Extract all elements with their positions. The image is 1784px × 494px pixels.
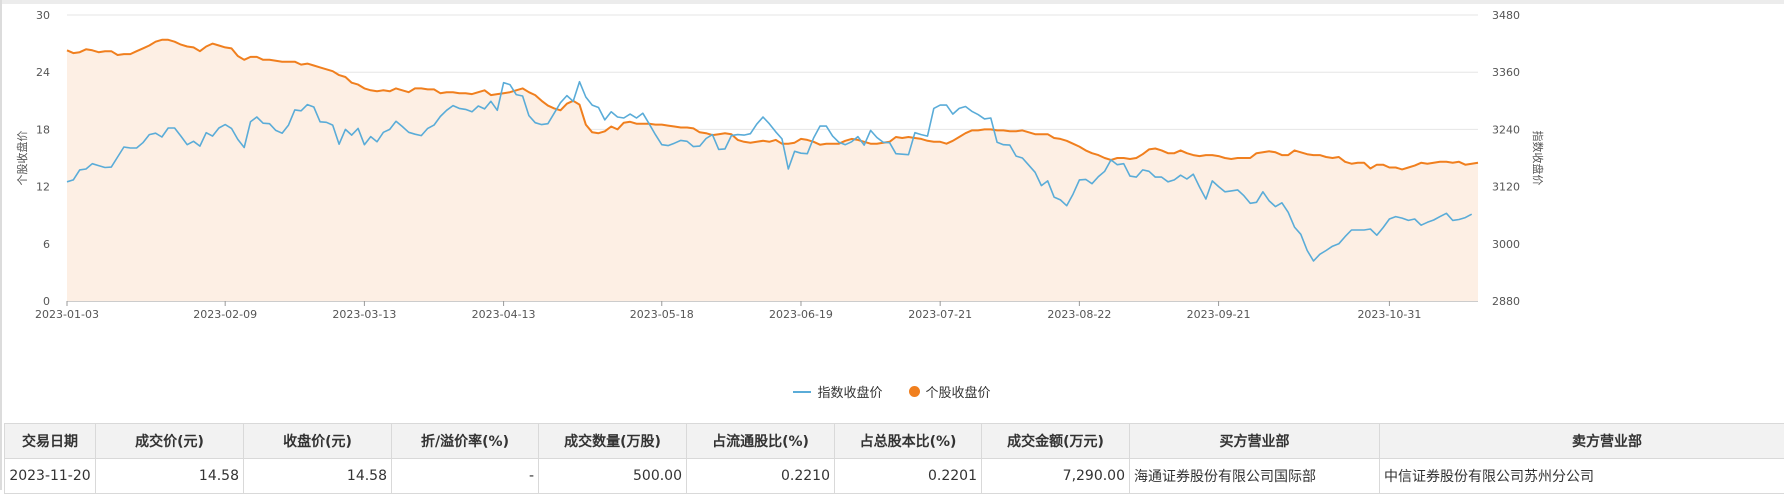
legend-item-stock[interactable]: 个股收盘价 [909, 382, 991, 401]
header-close-price[interactable]: 收盘价(元) [244, 424, 392, 459]
y-right-axis-title: 指数收盘价 [1531, 131, 1545, 186]
table-header-row: 交易日期 成交价(元) 收盘价(元) 折/溢价率(%) 成交数量(万股) 占流通… [5, 424, 1784, 459]
y-left-tick-label: 18 [36, 123, 50, 136]
y-right-tick-label: 3000 [1492, 238, 1520, 251]
cell-premium-rate: - [392, 459, 539, 494]
cell-volume: 500.00 [539, 459, 687, 494]
x-tick-label: 2023-01-03 [35, 308, 99, 321]
price-chart: 0 6 12 18 24 30 2880 3000 3120 3240 3360 3480 个股收盘价 指… [0, 0, 1784, 378]
cell-float-ratio: 0.2210 [687, 459, 835, 494]
x-tick-label: 2023-03-13 [332, 308, 396, 321]
cell-buyer[interactable]: 海通证券股份有限公司国际部 [1130, 459, 1380, 494]
y-left-tick-label: 6 [43, 238, 50, 251]
header-premium-rate[interactable]: 折/溢价率(%) [392, 424, 539, 459]
cell-deal-price: 14.58 [96, 459, 244, 494]
legend-label-stock: 个股收盘价 [926, 382, 991, 401]
header-amount[interactable]: 成交金额(万元) [982, 424, 1130, 459]
x-tick-label: 2023-10-31 [1357, 308, 1421, 321]
y-right-tick-label: 3360 [1492, 66, 1520, 79]
legend-label-index: 指数收盘价 [817, 382, 882, 401]
y-left-axis-title: 个股收盘价 [15, 131, 29, 186]
header-volume[interactable]: 成交数量(万股) [539, 424, 687, 459]
chart-legend: 指数收盘价 个股收盘价 [0, 382, 1784, 401]
header-seller[interactable]: 卖方营业部 [1380, 424, 1784, 459]
cell-amount: 7,290.00 [982, 459, 1130, 494]
x-tick-label: 2023-06-19 [769, 308, 833, 321]
y-left-tick-label: 12 [36, 181, 50, 194]
header-buyer[interactable]: 买方营业部 [1130, 424, 1380, 459]
x-tick-label: 2023-08-22 [1047, 308, 1111, 321]
block-trade-table: 交易日期 成交价(元) 收盘价(元) 折/溢价率(%) 成交数量(万股) 占流通… [4, 423, 1784, 494]
x-tick-label: 2023-09-21 [1187, 308, 1251, 321]
x-tick-label: 2023-02-09 [193, 308, 257, 321]
table-row: 2023-11-20 14.58 14.58 - 500.00 0.2210 0… [5, 459, 1784, 494]
legend-line-icon [793, 391, 811, 393]
stock-area [67, 40, 1478, 301]
header-deal-price[interactable]: 成交价(元) [96, 424, 244, 459]
y-left-tick-label: 24 [36, 66, 50, 79]
header-trade-date[interactable]: 交易日期 [5, 424, 96, 459]
x-tick-label: 2023-07-21 [908, 308, 972, 321]
header-total-ratio[interactable]: 占总股本比(%) [835, 424, 982, 459]
cell-seller[interactable]: 中信证券股份有限公司苏州分公司 [1380, 459, 1784, 494]
legend-item-index[interactable]: 指数收盘价 [793, 382, 882, 401]
y-right-tick-label: 3240 [1492, 123, 1520, 136]
cell-close-price: 14.58 [244, 459, 392, 494]
y-left-tick-label: 0 [43, 295, 50, 308]
y-left-tick-label: 30 [36, 9, 50, 22]
cell-trade-date: 2023-11-20 [5, 459, 96, 494]
legend-dot-icon [909, 386, 920, 397]
header-float-ratio[interactable]: 占流通股比(%) [687, 424, 835, 459]
y-right-tick-label: 2880 [1492, 295, 1520, 308]
cell-total-ratio: 0.2201 [835, 459, 982, 494]
y-right-tick-label: 3120 [1492, 181, 1520, 194]
x-tick-label: 2023-04-13 [472, 308, 536, 321]
y-right-tick-label: 3480 [1492, 9, 1520, 22]
x-tick-label: 2023-05-18 [630, 308, 694, 321]
